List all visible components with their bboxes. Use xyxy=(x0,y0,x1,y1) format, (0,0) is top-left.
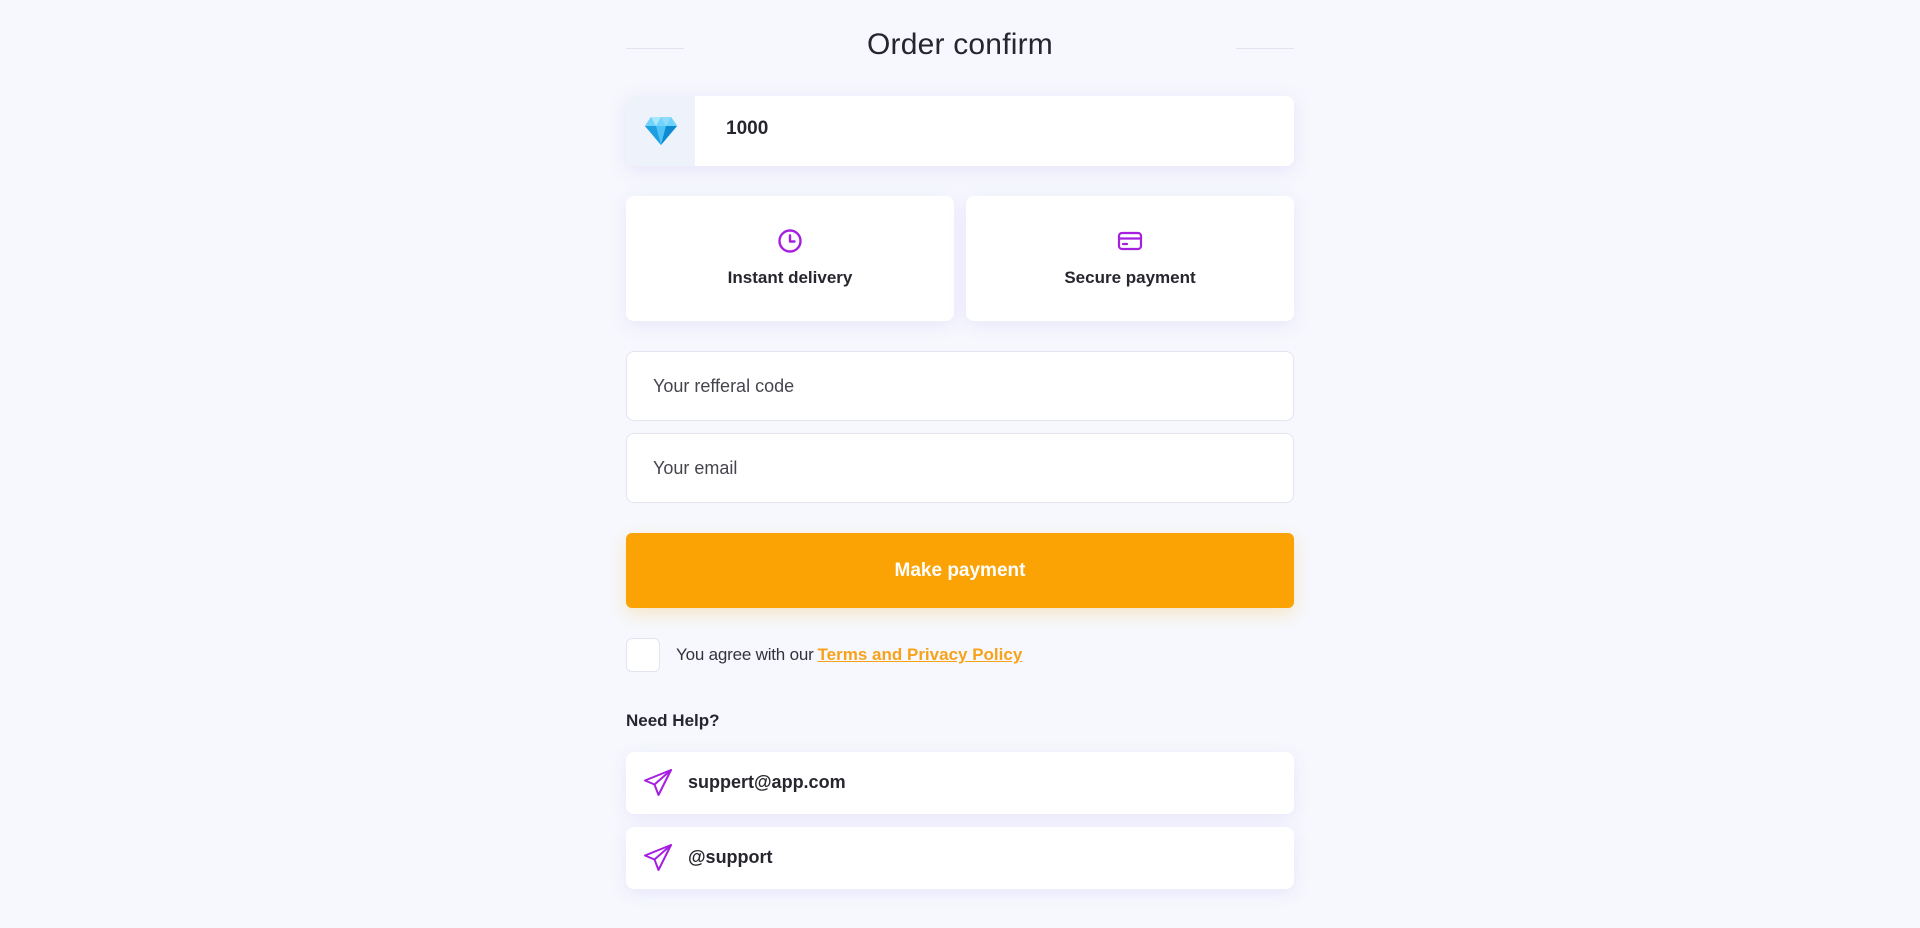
feature-label: Instant delivery xyxy=(727,268,853,287)
amount-card: 1000 xyxy=(626,96,1294,166)
make-payment-button[interactable]: Make payment xyxy=(626,533,1294,608)
agreement-row: You agree with our Terms and Privacy Pol… xyxy=(626,638,1022,672)
amount-value: 1000 xyxy=(726,118,769,139)
contact-handle-text: @support xyxy=(688,847,773,867)
features-row: Instant delivery Secure payment xyxy=(626,196,1294,321)
terms-privacy-link[interactable]: Terms and Privacy Policy xyxy=(818,645,1023,665)
title-divider-right xyxy=(1236,48,1294,49)
referral-code-input[interactable] xyxy=(626,351,1294,421)
diamond-icon xyxy=(626,96,695,166)
order-confirm-panel: Order confirm 1000 Instant delivery Secu… xyxy=(626,0,1294,889)
paper-plane-icon xyxy=(644,844,672,871)
feature-card-secure-payment: Secure payment xyxy=(966,196,1294,321)
contact-email-text: suppert@app.com xyxy=(688,772,846,792)
contact-email-card[interactable]: suppert@app.com xyxy=(626,752,1294,814)
feature-label: Secure payment xyxy=(1064,268,1196,287)
agreement-checkbox[interactable] xyxy=(626,638,660,672)
page-title: Order confirm xyxy=(867,28,1053,61)
title-row: Order confirm xyxy=(626,0,1294,96)
email-input[interactable] xyxy=(626,433,1294,503)
help-title: Need Help? xyxy=(626,711,720,730)
feature-card-instant-delivery: Instant delivery xyxy=(626,196,954,321)
clock-icon xyxy=(778,229,802,253)
paper-plane-icon xyxy=(644,769,672,796)
contact-handle-card[interactable]: @support xyxy=(626,827,1294,889)
agreement-text: You agree with our xyxy=(676,645,814,664)
credit-card-icon xyxy=(1117,231,1143,251)
